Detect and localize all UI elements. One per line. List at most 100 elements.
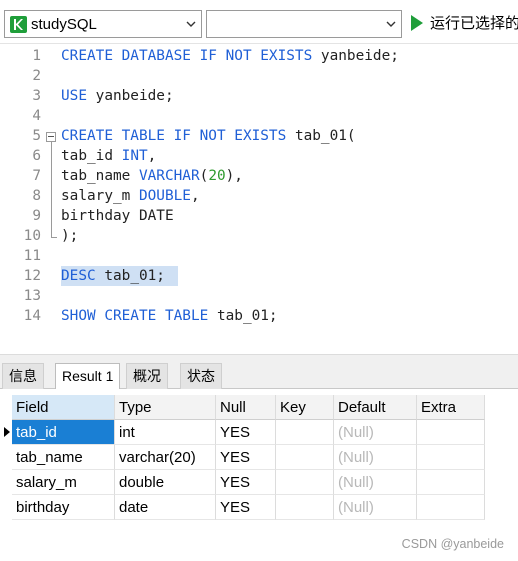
code-line: USE yanbeide; xyxy=(61,86,174,106)
identifier: tab_01; xyxy=(104,268,165,284)
table-cell[interactable] xyxy=(417,420,485,445)
code-line: birthday DATE xyxy=(61,206,174,226)
code-line: CREATE TABLE IF NOT EXISTS tab_01( xyxy=(61,126,356,146)
tab-status[interactable]: 状态 xyxy=(180,363,222,389)
keyword: SHOW CREATE TABLE xyxy=(61,308,217,324)
chevron-down-icon xyxy=(186,21,196,27)
punctuation: , xyxy=(190,188,200,204)
column-header-null[interactable]: Null xyxy=(216,395,276,420)
table-cell[interactable] xyxy=(276,445,334,470)
identifier: tab_01( xyxy=(294,128,356,144)
identifier: yanbeide; xyxy=(95,88,174,104)
keyword: INT xyxy=(121,148,148,164)
column-header-type[interactable]: Type xyxy=(115,395,216,420)
run-selected-label: 运行已选择的 xyxy=(430,15,518,32)
code-line: tab_name VARCHAR(20), xyxy=(61,166,243,186)
keyword: VARCHAR xyxy=(138,168,200,184)
run-selected-button[interactable]: 运行已选择的 xyxy=(408,10,518,38)
result-tabbar: 信息 Result 1 概况 状态 xyxy=(0,360,518,390)
identifier: yanbeide; xyxy=(320,48,399,64)
identifier: tab_01; xyxy=(216,308,278,324)
code-line: CREATE DATABASE IF NOT EXISTS yanbeide; xyxy=(61,46,399,66)
table-cell[interactable]: YES xyxy=(216,420,276,445)
tab-info[interactable]: 信息 xyxy=(2,363,44,389)
table-cell[interactable] xyxy=(417,445,485,470)
sql-editor[interactable]: 1 2 3 4 5 6 7 8 9 10 11 12 13 14 CREATE … xyxy=(0,44,518,354)
line-number: 13 xyxy=(23,288,41,304)
punctuation: ( xyxy=(199,168,209,184)
line-number: 3 xyxy=(32,88,41,104)
fold-guide xyxy=(51,142,52,237)
table-cell[interactable] xyxy=(276,495,334,520)
line-number: 2 xyxy=(32,68,41,84)
table-cell[interactable]: birthday xyxy=(12,495,115,520)
table-cell[interactable] xyxy=(276,420,334,445)
line-number: 9 xyxy=(32,208,41,224)
current-row-icon xyxy=(4,427,10,437)
database-select[interactable]: studySQL xyxy=(4,10,202,38)
fold-toggle-icon[interactable] xyxy=(46,132,56,142)
database-select-value: studySQL xyxy=(31,16,97,33)
line-number: 6 xyxy=(32,148,41,164)
table-cell[interactable] xyxy=(417,470,485,495)
table-cell[interactable]: (Null) xyxy=(334,470,417,495)
line-number: 12 xyxy=(23,268,41,284)
chevron-down-icon xyxy=(386,21,396,27)
punctuation: , xyxy=(147,148,157,164)
table-cell[interactable]: YES xyxy=(216,445,276,470)
table-cell[interactable]: int xyxy=(115,420,216,445)
column-header-extra[interactable]: Extra xyxy=(417,395,485,420)
database-icon xyxy=(10,16,27,33)
line-number: 7 xyxy=(32,168,41,184)
keyword: DESC xyxy=(61,268,105,284)
code-line: SHOW CREATE TABLE tab_01; xyxy=(61,306,278,326)
table-cell[interactable]: date xyxy=(115,495,216,520)
column-header-key[interactable]: Key xyxy=(276,395,334,420)
line-number: 4 xyxy=(32,108,41,124)
code-line: salary_m DOUBLE, xyxy=(61,186,200,206)
table-cell[interactable]: (Null) xyxy=(334,445,417,470)
keyword: USE xyxy=(61,88,96,104)
identifier: birthday DATE xyxy=(61,208,174,224)
punctuation: ), xyxy=(225,168,243,184)
table-cell[interactable]: (Null) xyxy=(334,495,417,520)
keyword: CREATE TABLE IF NOT EXISTS xyxy=(61,128,295,144)
line-number: 5 xyxy=(32,128,41,144)
keyword: CREATE DATABASE IF NOT EXISTS xyxy=(61,48,321,64)
table-cell[interactable]: varchar(20) xyxy=(115,445,216,470)
line-number-gutter: 1 2 3 4 5 6 7 8 9 10 11 12 13 14 xyxy=(0,44,44,354)
code-line-selected: DESC tab_01; xyxy=(61,266,165,286)
table-cell[interactable]: tab_id xyxy=(12,420,115,445)
line-number: 1 xyxy=(32,48,41,64)
line-number: 10 xyxy=(23,228,41,244)
punctuation: ); xyxy=(61,228,79,244)
table-cell[interactable]: (Null) xyxy=(334,420,417,445)
watermark: CSDN @yanbeide xyxy=(401,537,504,551)
tab-result-1[interactable]: Result 1 xyxy=(55,363,121,390)
play-icon xyxy=(411,15,423,31)
identifier: tab_name xyxy=(61,168,139,184)
column-header-default[interactable]: Default xyxy=(334,395,417,420)
table-cell[interactable]: salary_m xyxy=(12,470,115,495)
column-header-field[interactable]: Field xyxy=(12,395,115,420)
schema-select[interactable] xyxy=(206,10,402,38)
line-number: 11 xyxy=(23,248,41,264)
fold-guide-end xyxy=(51,237,57,238)
table-cell[interactable] xyxy=(417,495,485,520)
code-line: tab_id INT, xyxy=(61,146,156,166)
line-number: 8 xyxy=(32,188,41,204)
result-grid: Field Type Null Key Default Extra tab_id… xyxy=(0,389,518,561)
code-line: ); xyxy=(61,226,78,246)
table-cell[interactable]: YES xyxy=(216,470,276,495)
tab-profile[interactable]: 概况 xyxy=(126,363,168,389)
identifier: salary_m xyxy=(61,188,139,204)
keyword: DOUBLE xyxy=(138,188,191,204)
identifier: tab_id xyxy=(61,148,122,164)
table-cell[interactable]: YES xyxy=(216,495,276,520)
table-cell[interactable] xyxy=(276,470,334,495)
number-literal: 20 xyxy=(208,168,226,184)
table-cell[interactable]: tab_name xyxy=(12,445,115,470)
table-cell[interactable]: double xyxy=(115,470,216,495)
line-number: 14 xyxy=(23,308,41,324)
toolbar: studySQL 运行已选择的 xyxy=(0,0,518,44)
